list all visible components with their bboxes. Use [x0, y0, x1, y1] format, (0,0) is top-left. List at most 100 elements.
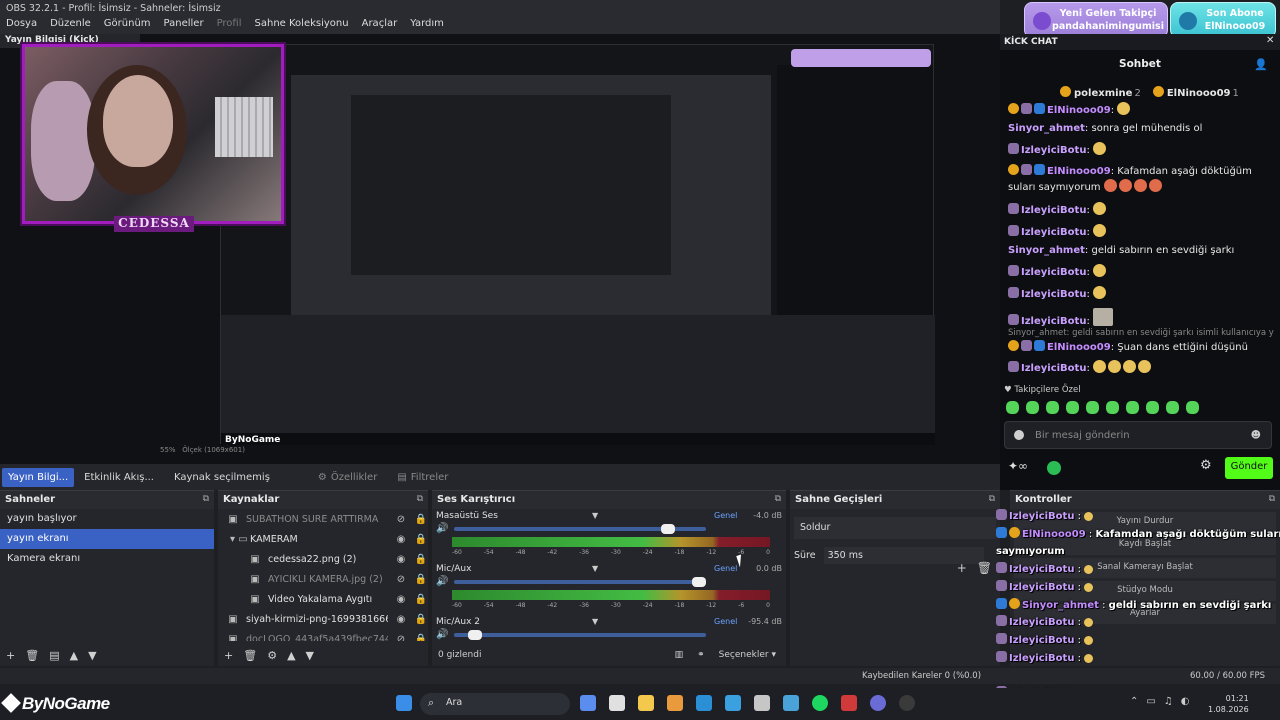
edge-icon[interactable] — [696, 695, 712, 711]
chat-username[interactable]: Sinyor_ahmet — [1008, 245, 1085, 256]
kick-icon[interactable] — [1047, 461, 1061, 475]
visibility-eye-icon[interactable]: ◉ — [394, 594, 408, 605]
infinity-icon[interactable]: ✦∞ — [1008, 459, 1028, 473]
menu-item-5[interactable]: Sahne Koleksiyonu — [255, 18, 349, 32]
options-button[interactable]: Seçenekler ▾ — [719, 650, 776, 660]
clock[interactable]: 01:21 1.08.2026 — [1208, 693, 1249, 715]
close-icon[interactable]: ✕ — [1266, 35, 1274, 46]
speaker-icon[interactable]: 🔊 — [436, 523, 448, 534]
chrome-icon[interactable] — [899, 695, 915, 711]
slider-knob[interactable] — [692, 577, 706, 587]
emote-picker-icon[interactable] — [1014, 430, 1024, 440]
visibility-eye-icon[interactable]: ⊘ — [394, 514, 408, 525]
channel-mode[interactable]: Genel — [714, 564, 737, 573]
emote-icon[interactable] — [1106, 401, 1119, 414]
emote-row[interactable] — [1006, 401, 1201, 414]
scene-item[interactable]: yayın başlıyor — [0, 509, 214, 529]
transition-select[interactable]: Soldur — [794, 517, 996, 539]
menu-item-0[interactable]: Dosya — [6, 18, 37, 32]
chat-input[interactable]: Bir mesaj gönderin ☻ — [1004, 421, 1272, 449]
source-row[interactable]: ▣ siyah-kirmizi-png-1699381666070.pn ◉ 🔒 — [218, 609, 428, 629]
taskbar-search[interactable]: ⌕ Ara — [420, 693, 570, 715]
chat-username[interactable]: ElNinooo09 — [1047, 105, 1111, 116]
pop-out-icon[interactable]: ⧉ — [989, 494, 995, 506]
store-icon[interactable] — [725, 695, 741, 711]
trash-icon[interactable]: 🗑 — [25, 649, 39, 662]
channel-mode[interactable]: Genel — [714, 617, 737, 626]
emote-icon[interactable] — [1006, 401, 1019, 414]
windows-start-icon[interactable] — [396, 695, 412, 711]
add-icon[interactable]: + — [6, 649, 15, 662]
trash-icon[interactable]: 🗑 — [243, 649, 257, 662]
chevron-down-icon[interactable]: ▼ — [306, 649, 314, 662]
task-view-icon[interactable] — [580, 695, 596, 711]
chat-username[interactable]: IzleyiciBotu — [1021, 363, 1086, 374]
visibility-eye-icon[interactable]: ⊘ — [394, 574, 408, 585]
chat-username[interactable]: Sinyor_ahmet — [1008, 123, 1085, 134]
source-row[interactable]: ▣ cedessa22.png (2) ◉ 🔒 — [218, 549, 428, 569]
menu-item-1[interactable]: Düzenle — [50, 18, 91, 32]
visibility-eye-icon[interactable]: ◉ — [394, 554, 408, 565]
obs-icon[interactable] — [841, 695, 857, 711]
filters-button[interactable]: ▤ Filtreler — [397, 472, 448, 483]
folder-icon[interactable] — [667, 695, 683, 711]
source-row[interactable]: ▣ SUBATHON SÜRE ARTTIRMA ⊘ 🔒 — [218, 509, 428, 529]
chat-username[interactable]: IzleyiciBotu — [1021, 289, 1086, 300]
lock-icon[interactable]: 🔒 — [414, 634, 428, 642]
chevron-down-icon[interactable]: ▼ — [88, 649, 96, 662]
menu-item-6[interactable]: Araçlar — [362, 18, 398, 32]
volume-slider[interactable] — [454, 577, 706, 587]
emote-icon[interactable] — [1186, 401, 1199, 414]
pop-out-icon[interactable]: ⧉ — [1269, 494, 1275, 506]
volume-slider[interactable] — [454, 630, 706, 640]
send-button[interactable]: Gönder — [1225, 457, 1273, 479]
chevron-up-icon[interactable]: ▲ — [287, 649, 295, 662]
tab-stream-info[interactable]: Yayın Bilgi... — [2, 467, 75, 487]
chevron-down-icon[interactable]: ▼ — [592, 564, 598, 573]
pop-out-icon[interactable]: ⧉ — [775, 494, 781, 506]
chat-username[interactable]: IzleyiciBotu — [1021, 205, 1086, 216]
link-icon[interactable]: ⚭ — [697, 650, 705, 660]
spotify-icon[interactable] — [812, 695, 828, 711]
slider-knob[interactable] — [661, 524, 676, 534]
chevron-up-icon[interactable]: ▲ — [70, 649, 78, 662]
copilot-icon[interactable] — [638, 695, 654, 711]
menu-item-2[interactable]: Görünüm — [104, 18, 151, 32]
lock-icon[interactable]: 🔒 — [414, 574, 428, 585]
speaker-icon[interactable]: 🔊 — [436, 576, 448, 587]
chat-username[interactable]: IzleyiciBotu — [1021, 267, 1086, 278]
emote-icon[interactable] — [1146, 401, 1159, 414]
source-row[interactable]: ▾ ▭ KAMERAM ◉ 🔒 — [218, 529, 428, 549]
chat-username[interactable]: IzleyiciBotu — [1021, 145, 1086, 156]
channel-mode[interactable]: Genel — [714, 511, 737, 520]
pop-out-icon[interactable]: ⧉ — [417, 494, 423, 506]
properties-button[interactable]: ⚙ Özellikler — [318, 472, 377, 483]
visibility-eye-icon[interactable]: ◉ — [394, 534, 408, 545]
visibility-eye-icon[interactable]: ◉ — [394, 614, 408, 625]
chevron-down-icon[interactable]: ▼ — [592, 617, 598, 626]
lock-icon[interactable]: 🔒 — [414, 594, 428, 605]
chevron-down-icon[interactable]: ▼ — [592, 511, 598, 520]
menu-item-7[interactable]: Yardım — [410, 18, 444, 32]
chat-username[interactable]: ElNinooo09 — [1047, 342, 1111, 353]
top-gifter[interactable]: polexmine 2 — [1060, 86, 1141, 99]
file-explorer-icon[interactable] — [609, 695, 625, 711]
tab-activity-feed[interactable]: Etkinlik Akış... — [78, 468, 160, 487]
pop-out-icon[interactable]: ⧉ — [203, 494, 209, 506]
add-icon[interactable]: + — [224, 649, 233, 662]
scene-item[interactable]: Kamera ekranı — [0, 549, 214, 569]
filter-icon[interactable]: ▤ — [49, 649, 59, 662]
emote-icon[interactable] — [1066, 401, 1079, 414]
lock-icon[interactable]: 🔒 — [414, 534, 428, 545]
gear-icon[interactable]: ⚙ — [267, 649, 277, 662]
scene-item[interactable]: yayın ekranı — [0, 529, 214, 549]
chat-username[interactable]: ElNinooo09 — [1047, 166, 1111, 177]
lock-icon[interactable]: 🔒 — [414, 514, 428, 525]
chat-username[interactable]: IzleyiciBotu — [1021, 316, 1086, 327]
emote-icon[interactable] — [1046, 401, 1059, 414]
trash-icon[interactable]: 🗑 — [977, 561, 992, 575]
emote-icon[interactable] — [1026, 401, 1039, 414]
smiley-icon[interactable]: ☻ — [1251, 430, 1261, 441]
chat-settings-gear-icon[interactable]: ⚙ — [1200, 458, 1212, 473]
source-row[interactable]: ▣ AYICIKLI KAMERA.jpg (2) ⊘ 🔒 — [218, 569, 428, 589]
